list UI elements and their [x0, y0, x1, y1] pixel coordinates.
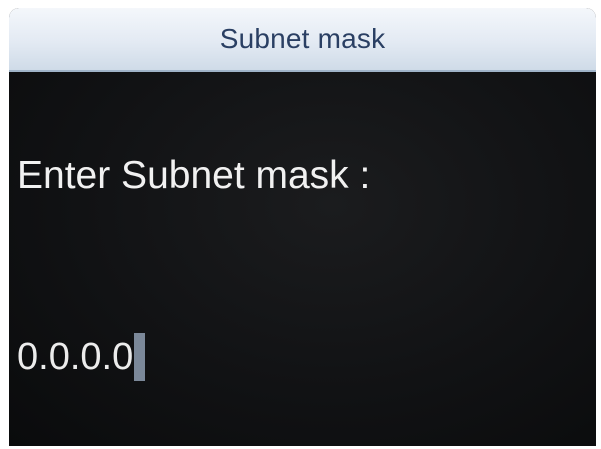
title-bar: Subnet mask — [9, 8, 596, 72]
screen-title: Subnet mask — [219, 23, 386, 54]
subnet-mask-value[interactable]: 0.0.0.0 — [17, 336, 133, 379]
subnet-mask-input[interactable]: 0.0.0.0 — [17, 333, 146, 381]
device-screen: Subnet mask Enter Subnet mask : 0.0.0.0 — [9, 8, 596, 446]
subnet-mask-prompt: Enter Subnet mask : — [17, 154, 371, 197]
text-cursor — [134, 333, 146, 381]
